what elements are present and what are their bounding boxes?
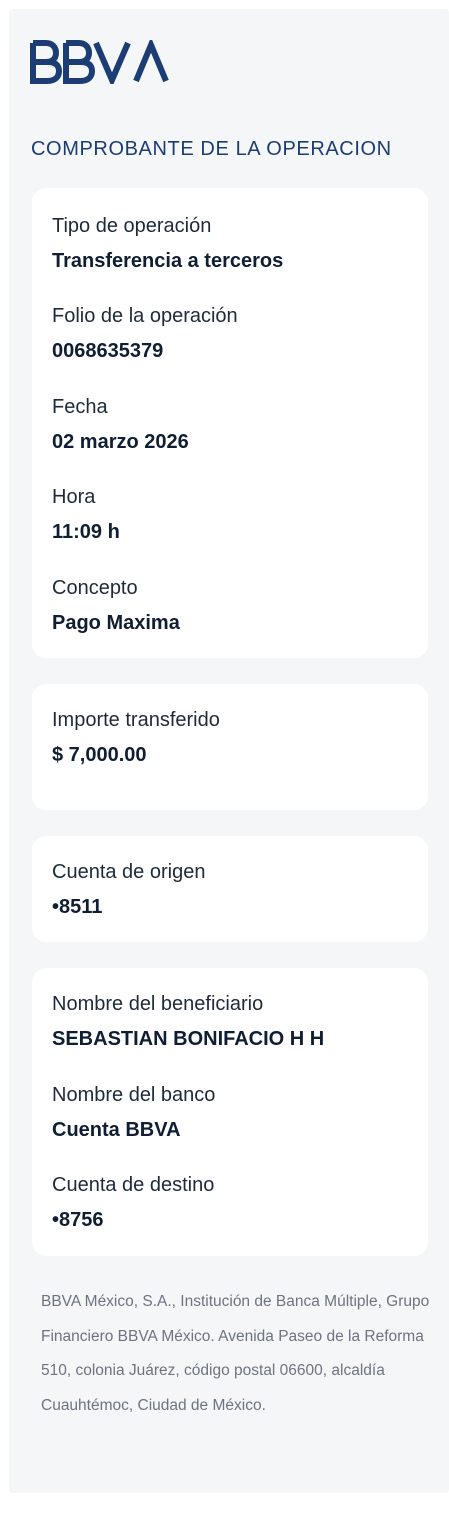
operation-folio-field: Folio de la operación 0068635379 xyxy=(52,304,238,363)
operation-folio-label: Folio de la operación xyxy=(52,305,238,327)
operation-folio-value: 0068635379 xyxy=(52,340,164,362)
beneficiary-bank-field: Nombre del banco Cuenta BBVA xyxy=(52,1083,215,1142)
amount-label: Importe transferido xyxy=(52,709,220,731)
origin-account-field: Cuenta de origen •8511 xyxy=(52,860,205,919)
operation-time-value: 11:09 h xyxy=(52,521,120,543)
destination-account-label: Cuenta de destino xyxy=(52,1174,215,1196)
operation-time-label: Hora xyxy=(52,486,96,508)
beneficiary-name-field: Nombre del beneficiario SEBASTIAN BONIFA… xyxy=(52,992,324,1051)
operation-type-label: Tipo de operación xyxy=(52,215,212,237)
destination-account-field: Cuenta de destino •8756 xyxy=(52,1173,214,1232)
operation-concept-field: Concepto Pago Maxima xyxy=(52,576,180,635)
operation-date-value: 02 marzo 2026 xyxy=(52,431,189,453)
receipt-title: COMPROBANTE DE LA OPERACION xyxy=(31,138,392,160)
bbva-logo xyxy=(30,40,169,84)
beneficiary-card: Nombre del beneficiario SEBASTIAN BONIFA… xyxy=(32,968,428,1256)
operation-type-field: Tipo de operación Transferencia a tercer… xyxy=(52,214,283,273)
operation-date-field: Fecha 02 marzo 2026 xyxy=(52,395,189,454)
origin-account-label: Cuenta de origen xyxy=(52,861,206,883)
legal-disclaimer: BBVA México, S.A., Institución de Banca … xyxy=(41,1293,430,1414)
operation-date-label: Fecha xyxy=(52,396,108,418)
operation-time-field: Hora 11:09 h xyxy=(52,485,120,544)
amount-value: $ 7,000.00 xyxy=(52,744,147,766)
operation-type-value: Transferencia a terceros xyxy=(52,250,284,272)
amount-field: Importe transferido $ 7,000.00 xyxy=(52,708,220,767)
amount-card: Importe transferido $ 7,000.00 xyxy=(32,684,428,810)
beneficiary-bank-value: Cuenta BBVA xyxy=(52,1119,181,1141)
destination-account-value: •8756 xyxy=(52,1209,104,1231)
operation-details-card: Tipo de operación Transferencia a tercer… xyxy=(32,188,428,658)
origin-account-card: Cuenta de origen •8511 xyxy=(32,836,428,942)
beneficiary-name-label: Nombre del beneficiario xyxy=(52,993,264,1015)
origin-account-value: •8511 xyxy=(52,896,103,918)
operation-concept-label: Concepto xyxy=(52,577,138,599)
beneficiary-bank-label: Nombre del banco xyxy=(52,1084,216,1106)
operation-concept-value: Pago Maxima xyxy=(52,612,180,634)
beneficiary-name-value: SEBASTIAN BONIFACIO H H xyxy=(52,1028,325,1050)
